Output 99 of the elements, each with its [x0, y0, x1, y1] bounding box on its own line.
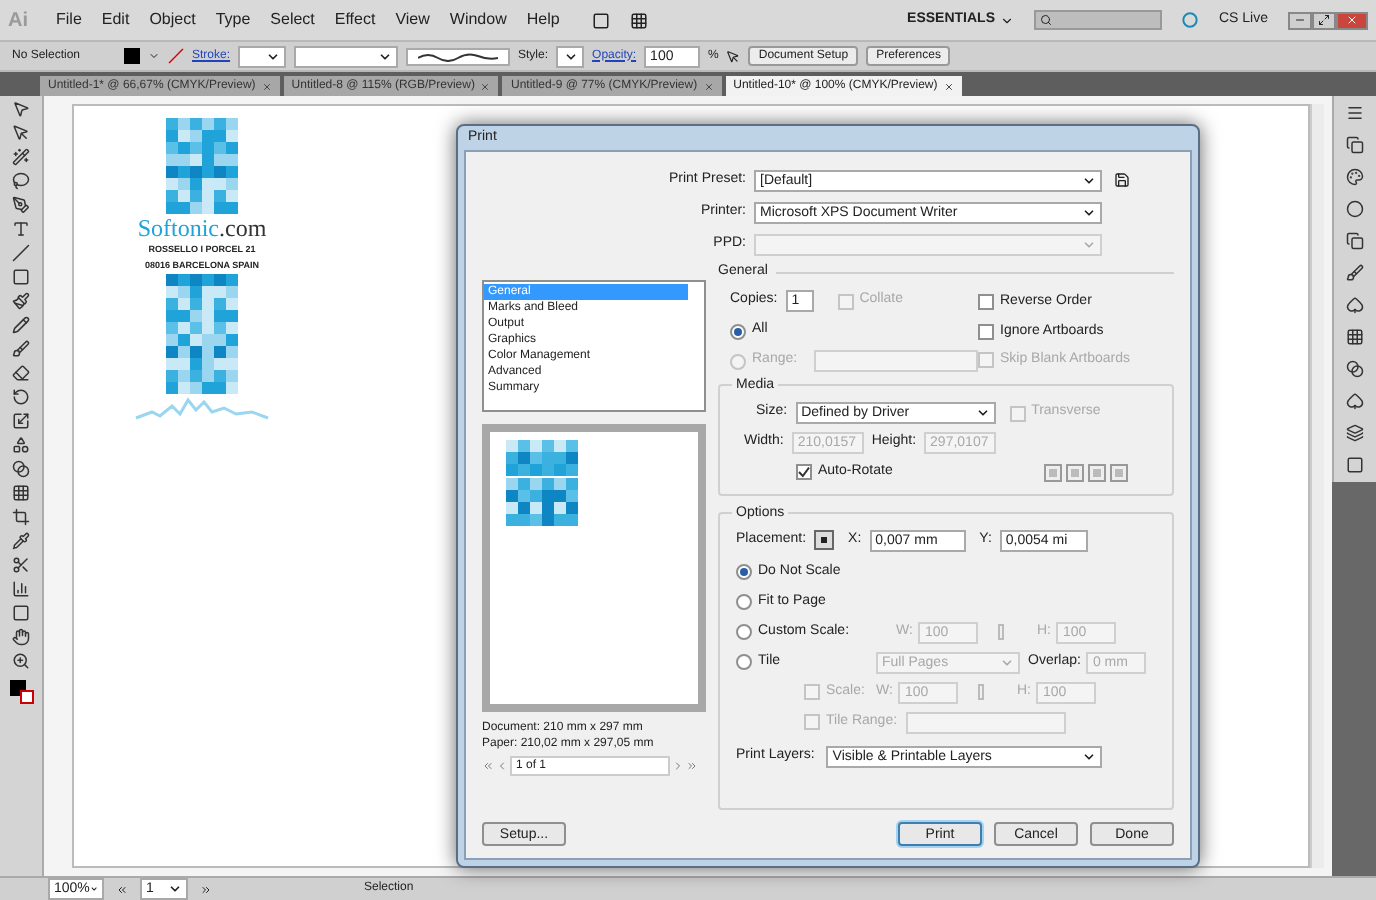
- dropdown-caret-icon: [975, 406, 990, 420]
- menu-item[interactable]: Edit: [101, 8, 130, 32]
- menu-item[interactable]: Window: [449, 8, 507, 32]
- radio-button[interactable]: [736, 624, 752, 640]
- bar-chart-icon[interactable]: [12, 580, 30, 598]
- blend-icon[interactable]: [12, 460, 30, 478]
- arrow-cursor-icon[interactable]: [12, 124, 30, 142]
- menu-item[interactable]: Effect: [334, 8, 376, 32]
- dropdown-caret-icon: [1082, 173, 1096, 187]
- rectangle-icon[interactable]: [12, 268, 30, 286]
- menu-item[interactable]: Help: [526, 8, 560, 32]
- brush-stroke-icon: [418, 51, 499, 61]
- search-field[interactable]: [1034, 10, 1163, 30]
- menu-item[interactable]: Type: [215, 8, 251, 32]
- last-page-icon[interactable]: [686, 760, 698, 772]
- checkbox[interactable]: [978, 294, 994, 311]
- fill-swatch[interactable]: [124, 48, 140, 64]
- paintbrush-icon[interactable]: [12, 292, 30, 310]
- style-field[interactable]: [556, 45, 585, 67]
- circle-icon[interactable]: [1346, 200, 1364, 218]
- dropdown-caret-icon[interactable]: [148, 50, 160, 62]
- eraser-icon[interactable]: [12, 364, 30, 382]
- reference-point-icon[interactable]: [814, 530, 835, 550]
- menu-item[interactable]: File: [56, 8, 82, 32]
- wand-icon[interactable]: [12, 148, 30, 166]
- menu-item[interactable]: Object: [149, 8, 196, 32]
- dropdown-caret-icon: [1000, 655, 1014, 669]
- dropdown-caret-icon: [564, 49, 579, 63]
- minus-icon: [1294, 14, 1306, 26]
- skyline-drawing: [132, 394, 272, 422]
- menu-item[interactable]: View: [395, 8, 430, 32]
- caret-icon: [1000, 13, 1015, 27]
- dropdown-caret-icon: [378, 49, 393, 63]
- arrange-icon[interactable]: [629, 11, 648, 29]
- pen-icon[interactable]: [12, 196, 30, 214]
- square-icon[interactable]: [1346, 456, 1364, 474]
- palette-icon[interactable]: [1346, 168, 1364, 186]
- app-logo: Ai: [8, 7, 30, 35]
- blend-icon[interactable]: [1346, 360, 1364, 378]
- zoom-icon[interactable]: [12, 652, 30, 670]
- mosaic-drawing: [166, 118, 238, 214]
- crop-icon[interactable]: [12, 508, 30, 526]
- tile-range-field[interactable]: [905, 711, 1066, 733]
- dropdown-caret-icon: [168, 882, 182, 896]
- stroke-weight-field[interactable]: [238, 45, 287, 67]
- grid-icon[interactable]: [1346, 328, 1364, 346]
- artboard-icon[interactable]: [12, 604, 30, 622]
- first-page-icon[interactable]: [482, 760, 494, 772]
- hand-icon[interactable]: [12, 628, 30, 646]
- shapes-icon[interactable]: [12, 436, 30, 454]
- lasso-icon[interactable]: [12, 172, 30, 190]
- spade-icon[interactable]: [1346, 392, 1364, 410]
- brush-icon[interactable]: [12, 340, 30, 358]
- spade-icon[interactable]: [1346, 296, 1364, 314]
- type-icon[interactable]: [12, 220, 30, 238]
- mosaic-drawing: [506, 440, 578, 476]
- dropdown-caret-icon: [1082, 237, 1096, 251]
- dropdown-caret-icon: [1082, 205, 1096, 219]
- last-artboard-icon[interactable]: [200, 883, 212, 895]
- lines-icon[interactable]: [1346, 104, 1364, 122]
- first-artboard-icon[interactable]: [116, 883, 128, 895]
- dropdown-caret-icon: [89, 882, 98, 896]
- mosaic-drawing: [166, 274, 238, 394]
- checkbox[interactable]: [978, 323, 994, 340]
- mosaic-drawing: [506, 478, 578, 526]
- checkmark-icon: [798, 466, 810, 479]
- search-icon: [1040, 14, 1053, 26]
- line-icon[interactable]: [12, 244, 30, 262]
- brush-definition-field[interactable]: [406, 47, 511, 65]
- logo-text: Softonic.com: [137, 214, 267, 242]
- grid-icon[interactable]: [12, 484, 30, 502]
- ring-icon: [1182, 12, 1199, 28]
- range-field[interactable]: [813, 350, 978, 372]
- layers-icon[interactable]: [1346, 424, 1364, 442]
- variable-width-field[interactable]: [294, 45, 399, 67]
- pages-icon[interactable]: [1346, 232, 1364, 250]
- maximize-button[interactable]: [1312, 11, 1336, 29]
- no-stroke-icon[interactable]: [168, 48, 184, 64]
- save-icon[interactable]: [1114, 172, 1130, 188]
- fill-stroke-swatch[interactable]: [9, 680, 33, 704]
- dropdown-caret-icon: [266, 49, 281, 63]
- dropdown-caret-icon: [1082, 749, 1097, 763]
- eyedropper-icon[interactable]: [12, 532, 30, 550]
- radio-button[interactable]: [736, 564, 752, 580]
- dropdown-field[interactable]: [754, 233, 1102, 255]
- vertical-scrollbar[interactable]: [1310, 104, 1324, 868]
- scissors-icon[interactable]: [12, 556, 30, 574]
- radio-button[interactable]: [736, 594, 752, 610]
- radio-button[interactable]: [736, 654, 752, 670]
- cursor-icon[interactable]: [726, 49, 741, 63]
- menu-item[interactable]: Select: [270, 8, 315, 32]
- brush-icon[interactable]: [1346, 264, 1364, 282]
- checkbox[interactable]: [796, 464, 812, 481]
- close-button[interactable]: [1336, 11, 1368, 29]
- pointer-icon[interactable]: [12, 100, 30, 118]
- radio-button[interactable]: [730, 323, 746, 339]
- close-icon: [1346, 14, 1358, 26]
- rotate-icon[interactable]: [12, 388, 30, 406]
- pencil-icon[interactable]: [12, 316, 30, 334]
